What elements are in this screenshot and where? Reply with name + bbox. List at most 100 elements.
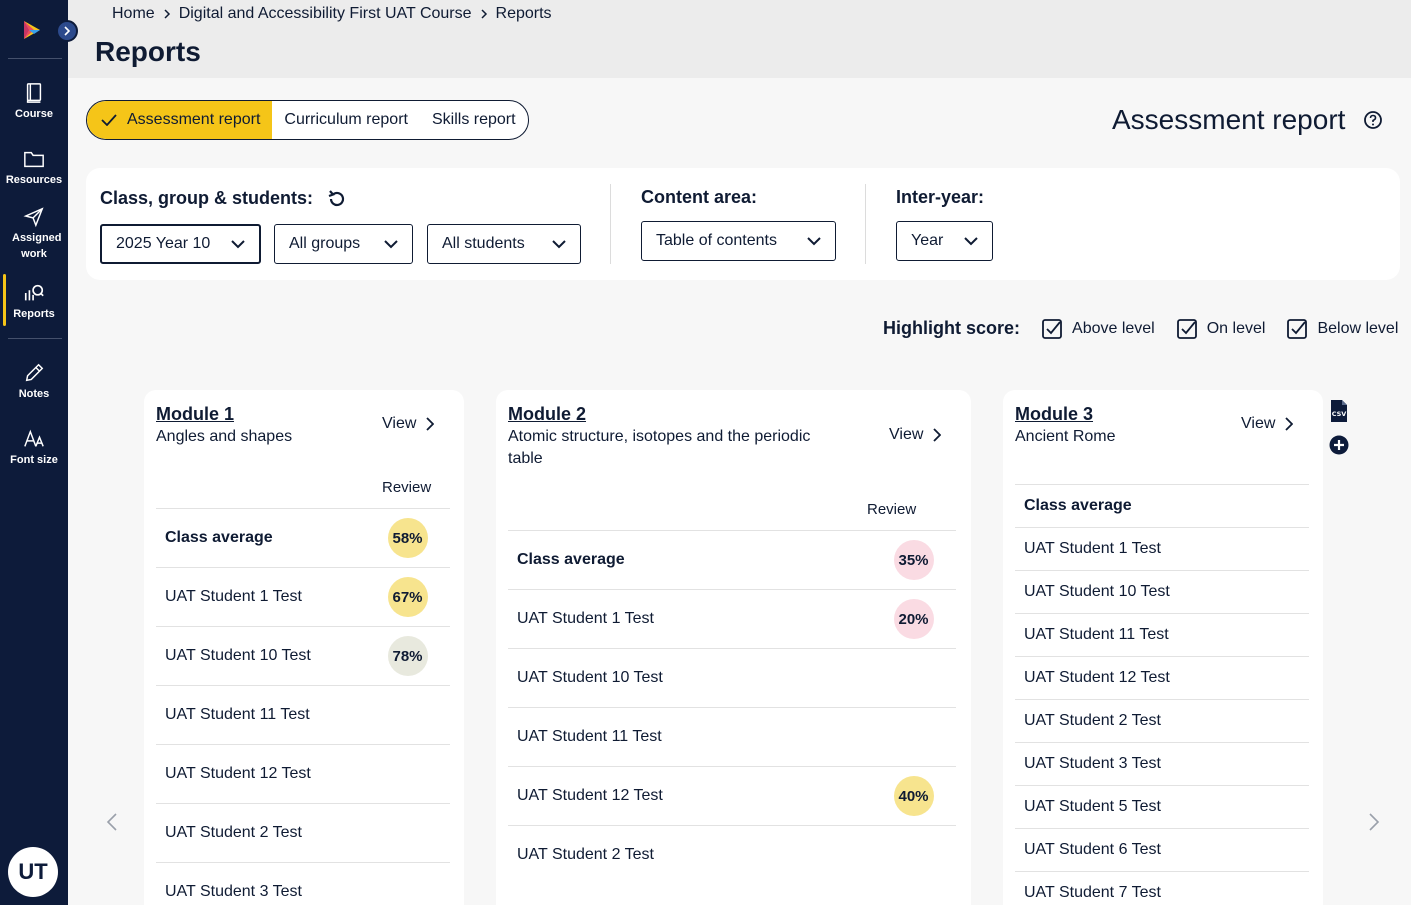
sidebar-divider [8, 338, 62, 339]
add-circle-icon[interactable] [1328, 434, 1350, 456]
check-icon [101, 114, 117, 126]
expand-sidebar-button[interactable] [56, 20, 78, 42]
table-row: UAT Student 12 Test [156, 744, 450, 803]
pencil-icon [25, 363, 44, 382]
app-logo-icon[interactable] [20, 18, 44, 42]
sidebar-item-resources[interactable]: Resources [0, 148, 68, 188]
page-header: Home Digital and Accessibility First UAT… [68, 0, 1411, 78]
sidebar-item-label: Font size [10, 454, 58, 466]
filter-divider [610, 184, 611, 264]
on-level-checkbox[interactable]: On level [1176, 318, 1265, 339]
chevron-right-icon [164, 9, 170, 19]
svg-text:CSV: CSV [1332, 410, 1347, 418]
student-name: UAT Student 12 Test [517, 787, 663, 804]
book-icon [26, 83, 42, 103]
review-column-header: Review [867, 501, 917, 518]
score-badge[interactable]: 58% [387, 518, 428, 558]
student-name: UAT Student 11 Test [517, 728, 662, 745]
sidebar-item-label: Notes [18, 388, 50, 400]
score-cell [870, 826, 956, 884]
table-row: UAT Student 1 Test 20% [508, 589, 956, 648]
student-name: UAT Student 3 Test [165, 883, 302, 900]
chevron-right-icon [933, 428, 942, 442]
table-row: UAT Student 7 Test [1015, 871, 1309, 905]
sidebar-divider [8, 58, 62, 59]
table-row: UAT Student 3 Test [1015, 742, 1309, 785]
table-row: UAT Student 12 Test 40% [508, 766, 956, 825]
view-label: View [889, 426, 924, 443]
carousel-prev-icon[interactable] [104, 812, 120, 832]
module-card-3: Module 3 Ancient Rome View Class average… [1003, 390, 1323, 905]
breadcrumb-course-link[interactable]: Digital and Accessibility First UAT Cour… [179, 5, 472, 23]
tab-skills-report[interactable]: Skills report [420, 101, 528, 139]
student-name: UAT Student 10 Test [165, 647, 311, 664]
module-title-link[interactable]: Module 2 [508, 404, 586, 425]
chevron-right-icon [426, 417, 435, 431]
checkbox-checked-icon [1176, 318, 1197, 339]
tab-assessment-report[interactable]: Assessment report [87, 101, 273, 139]
module-view-link[interactable]: View [1241, 415, 1294, 433]
score-badge[interactable]: 40% [893, 776, 934, 816]
above-level-checkbox[interactable]: Above level [1042, 318, 1155, 339]
sidebar-item-font-size[interactable]: Font size [0, 428, 68, 468]
tab-curriculum-report[interactable]: Curriculum report [272, 101, 420, 139]
sidebar: Course Resources Assigned work Reports N… [0, 0, 68, 905]
students-select[interactable]: All students [427, 224, 581, 264]
sidebar-item-label: Assigned work [12, 232, 62, 260]
report-tabs: Assessment report Curriculum report Skil… [86, 100, 529, 140]
sidebar-item-reports[interactable]: Reports [0, 274, 68, 326]
score-cell [364, 863, 450, 905]
breadcrumb-home-link[interactable]: Home [112, 5, 155, 23]
help-icon[interactable] [1363, 110, 1383, 130]
table-row: UAT Student 6 Test [1015, 828, 1309, 871]
chevron-right-icon [1285, 417, 1294, 431]
module-view-link[interactable]: View [889, 426, 942, 444]
sidebar-item-assigned-work[interactable]: Assigned work [0, 206, 68, 262]
class-filter-label-text: Class, group & students: [100, 188, 314, 208]
below-level-checkbox[interactable]: Below level [1287, 318, 1398, 339]
module-view-link[interactable]: View [382, 415, 435, 433]
table-row: UAT Student 11 Test [156, 685, 450, 744]
tab-label: Curriculum report [284, 111, 408, 128]
inter-year-label: Inter-year: [896, 187, 985, 207]
class-select[interactable]: 2025 Year 10 [100, 224, 261, 264]
chevron-down-icon [552, 239, 566, 248]
highlight-score-label: Highlight score: [883, 318, 1021, 338]
page-title: Reports [95, 36, 201, 67]
class-average-row: Class average 58% [156, 508, 450, 567]
sidebar-item-notes[interactable]: Notes [0, 362, 68, 402]
score-cell [364, 804, 450, 862]
score-badge[interactable]: 67% [387, 577, 428, 617]
class-average-row: Class average [1015, 484, 1309, 527]
score-badge[interactable]: 20% [893, 599, 934, 639]
table-row: UAT Student 5 Test [1015, 785, 1309, 828]
chevron-right-icon [64, 26, 71, 36]
carousel-next-icon[interactable] [1366, 812, 1382, 832]
score-cell [870, 708, 956, 766]
table-row: UAT Student 1 Test [1015, 527, 1309, 570]
score-badge[interactable]: 78% [387, 636, 428, 676]
table-row: UAT Student 2 Test [156, 803, 450, 862]
table-row: UAT Student 3 Test [156, 862, 450, 905]
content-area-select[interactable]: Table of contents [641, 221, 836, 261]
reset-icon[interactable] [327, 189, 347, 209]
inter-year-select[interactable]: Year [896, 221, 993, 261]
content-area-label: Content area: [641, 187, 758, 207]
student-name: UAT Student 12 Test [165, 765, 311, 782]
module-title-link[interactable]: Module 3 [1015, 404, 1093, 425]
score-cell: 58% [364, 509, 450, 567]
student-name: Class average [165, 529, 273, 546]
score-badge[interactable]: 35% [893, 540, 934, 580]
group-select[interactable]: All groups [274, 224, 413, 264]
review-column-header: Review [382, 479, 432, 496]
class-filter-label: Class, group & students: [100, 188, 347, 209]
checkbox-checked-icon [1287, 318, 1308, 339]
score-cell: 20% [870, 590, 956, 648]
module-title-link[interactable]: Module 1 [156, 404, 234, 425]
folder-icon [24, 151, 44, 168]
csv-export-icon[interactable]: CSV [1328, 399, 1350, 423]
reports-icon [24, 284, 44, 301]
avatar[interactable]: UT [8, 847, 58, 897]
sidebar-item-course[interactable]: Course [0, 82, 68, 122]
breadcrumb-current: Reports [495, 5, 552, 22]
